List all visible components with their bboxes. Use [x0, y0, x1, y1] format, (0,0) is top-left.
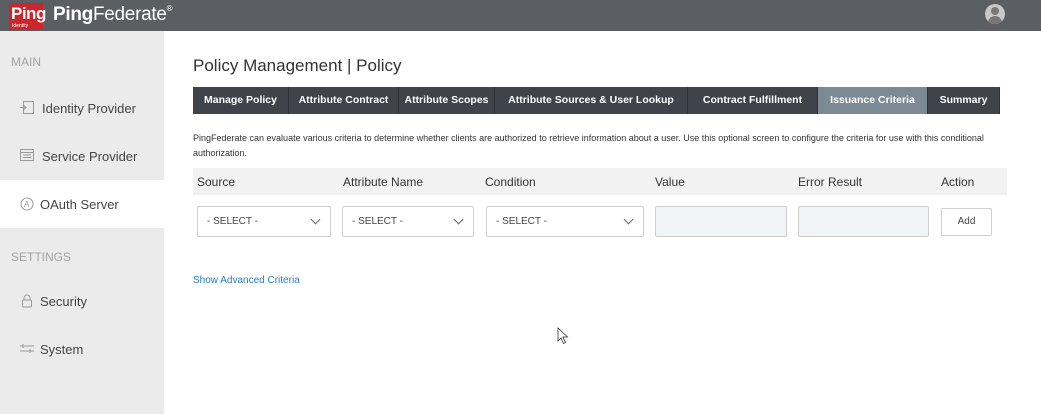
source-select[interactable]: - SELECT - — [197, 206, 331, 237]
sidebar-item-label: Identity Provider — [42, 101, 136, 116]
sidebar-item-label: Service Provider — [42, 149, 138, 164]
chevron-down-icon — [623, 214, 634, 225]
condition-select[interactable]: - SELECT - — [486, 206, 644, 237]
mouse-pointer-icon — [557, 327, 569, 350]
attribute-name-select-value: - SELECT - — [352, 216, 403, 227]
sidebar-section-settings: SETTINGS — [11, 250, 72, 264]
chevron-down-icon — [310, 214, 321, 225]
user-avatar-icon[interactable] — [985, 4, 1005, 24]
system-icon — [20, 342, 34, 355]
sidebar-item-label: OAuth Server — [40, 197, 119, 212]
chevron-down-icon — [453, 214, 464, 225]
sidebar-item-system[interactable]: System — [0, 325, 164, 373]
show-advanced-criteria-link[interactable]: Show Advanced Criteria — [193, 275, 300, 286]
product-name-bold: Ping — [53, 4, 93, 25]
sidebar-item-service-provider[interactable]: Service Provider — [0, 132, 164, 180]
product-name-light: Federate — [92, 4, 167, 25]
identity-provider-icon — [20, 101, 34, 114]
active-indicator — [166, 180, 174, 228]
sidebar-item-label: Security — [40, 294, 87, 309]
sidebar: MAIN Identity Provider Service Provider … — [0, 31, 174, 414]
column-header-source: Source — [197, 175, 236, 189]
page-description: PingFederate can evaluate various criter… — [193, 133, 984, 158]
tab-issuance-criteria[interactable]: Issuance Criteria — [818, 87, 928, 114]
error-result-input[interactable] — [798, 206, 929, 237]
sidebar-item-label: System — [40, 342, 84, 357]
logo-text: Ping — [11, 4, 46, 23]
sidebar-item-oauth-server[interactable]: A OAuth Server — [0, 180, 174, 228]
condition-select-value: - SELECT - — [496, 216, 547, 227]
product-name-mark: ® — [166, 4, 173, 13]
criteria-table-header: Source Attribute Name Condition Value Er… — [193, 168, 1007, 195]
svg-text:A: A — [24, 200, 30, 209]
tab-summary[interactable]: Summary — [928, 87, 1000, 114]
ping-identity-logo[interactable]: Ping Identity — [9, 3, 46, 30]
sidebar-item-security[interactable]: Security — [0, 277, 164, 325]
tab-manage-policy[interactable]: Manage Policy — [193, 87, 289, 114]
sidebar-item-identity-provider[interactable]: Identity Provider — [0, 84, 164, 132]
page-title: Policy Management | Policy — [193, 56, 402, 75]
product-name: PingFederate® — [53, 4, 173, 26]
source-select-value: - SELECT - — [207, 216, 258, 227]
tab-attribute-scopes[interactable]: Attribute Scopes — [399, 87, 495, 114]
column-header-value: Value — [655, 175, 685, 189]
top-bar: Ping Identity PingFederate® — [0, 0, 1041, 31]
column-header-attribute-name: Attribute Name — [343, 175, 424, 189]
column-header-action: Action — [941, 175, 975, 189]
logo-subtext: Identity — [12, 23, 29, 29]
attribute-name-select[interactable]: - SELECT - — [342, 206, 474, 237]
tab-attribute-sources-user-lookup[interactable]: Attribute Sources & User Lookup — [495, 87, 688, 114]
value-input[interactable] — [655, 206, 787, 237]
lock-icon — [20, 294, 34, 308]
add-criteria-button[interactable]: Add — [941, 208, 992, 236]
column-header-condition: Condition — [485, 175, 536, 189]
oauth-server-icon: A — [20, 197, 34, 211]
tab-contract-fulfillment[interactable]: Contract Fulfillment — [688, 87, 818, 114]
column-header-error-result: Error Result — [798, 175, 863, 189]
service-provider-icon — [20, 149, 34, 162]
sidebar-section-main: MAIN — [11, 55, 41, 69]
tab-attribute-contract[interactable]: Attribute Contract — [289, 87, 399, 114]
